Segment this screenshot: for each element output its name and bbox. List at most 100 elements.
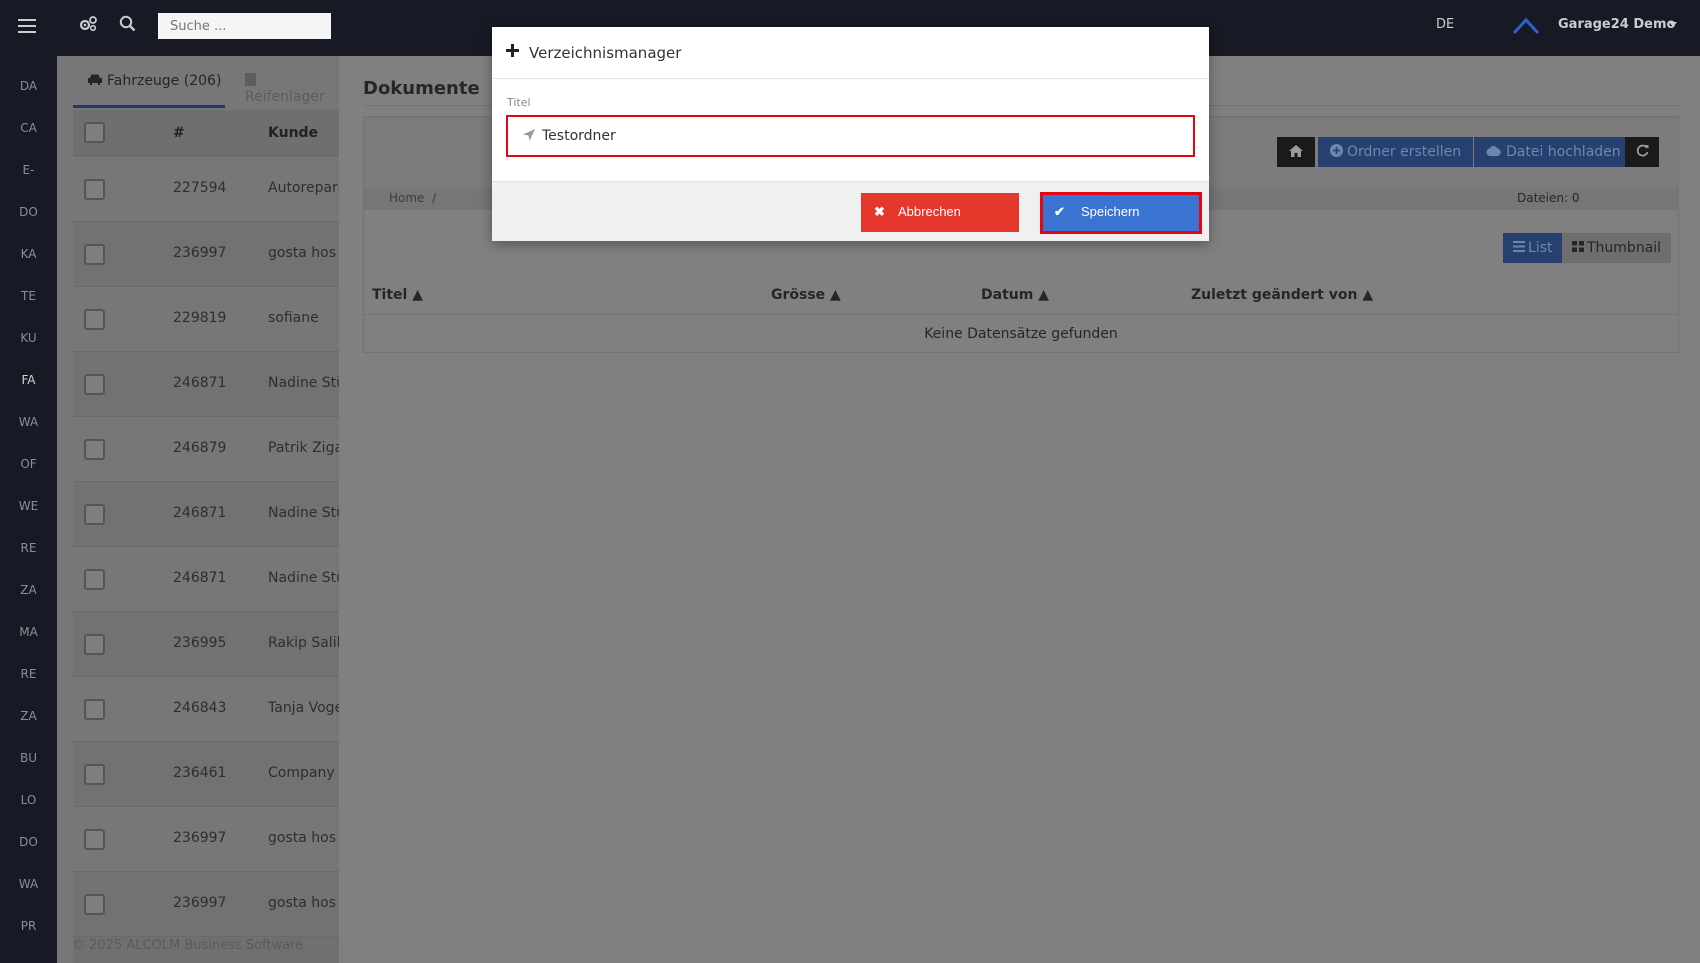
dialog-title: Verzeichnismanager [529,44,682,62]
empty-state-message: Keine Datensätze gefunden [924,326,1118,342]
row-checkbox[interactable] [84,569,105,590]
title-input[interactable] [542,117,1182,155]
row-kunde: gosta hos [268,245,336,261]
cancel-button[interactable]: ✖ Abbrechen [861,193,1019,232]
table-row[interactable]: 229819 sofiane [73,287,339,352]
table-row[interactable]: 246879 Patrik Ziga [73,417,339,482]
row-number: 246871 [173,375,227,391]
sidebar-item[interactable]: DO [0,205,57,219]
row-checkbox[interactable] [84,244,105,265]
col-datum[interactable]: Datum ▲ [981,287,1049,303]
row-checkbox[interactable] [84,374,105,395]
row-number: 229819 [173,310,227,326]
row-number: 246879 [173,440,227,456]
refresh-button[interactable] [1625,137,1659,167]
search-icon[interactable] [119,15,136,37]
sidebar-item[interactable]: WE [0,499,57,513]
sidebar-item[interactable]: CA [0,121,57,135]
refresh-icon [1636,144,1648,157]
sidebar-item[interactable]: BU [0,751,57,765]
col-groesse[interactable]: Grösse ▲ [771,287,841,303]
row-checkbox[interactable] [84,634,105,655]
sidebar-item[interactable]: ZA [0,709,57,723]
plus-icon [506,43,519,61]
close-icon: ✖ [874,204,885,219]
create-folder-label: Ordner erstellen [1347,144,1462,160]
row-number: 236461 [173,765,227,781]
row-number: 227594 [173,180,227,196]
page-title: Dokumente [363,78,480,99]
breadcrumb-home[interactable]: Home [389,191,424,205]
sidebar-item[interactable]: PR [0,919,57,933]
user-menu[interactable]: Garage24 Demo [1558,17,1675,32]
select-all-checkbox[interactable] [84,122,105,143]
home-button[interactable] [1277,137,1315,167]
sidebar-item[interactable]: LO [0,793,57,807]
footer-copyright: © 2025 ALCOLM Business Software [72,938,304,953]
row-checkbox[interactable] [84,829,105,850]
header-divider [364,314,1678,315]
title-field-wrapper [506,115,1195,157]
col-titel[interactable]: Titel ▲ [372,287,423,303]
upload-file-button[interactable]: Datei hochladen [1474,137,1633,167]
sidebar-item[interactable]: DA [0,79,57,93]
table-row[interactable]: 246871 Nadine Stü [73,352,339,417]
sidebar-item[interactable]: OF [0,457,57,471]
language-selector[interactable]: DE [1436,17,1454,32]
row-checkbox[interactable] [84,764,105,785]
row-kunde: Tanja Voge [268,700,339,716]
view-thumbnail-label: Thumbnail [1587,240,1662,256]
col-number[interactable]: # [173,125,185,141]
sidebar-item[interactable]: WA [0,415,57,429]
sidebar-item[interactable]: MA [0,625,57,639]
row-kunde: Company [268,765,335,781]
table-row[interactable]: 246871 Nadine Stü [73,482,339,547]
home-icon [1289,145,1303,157]
menu-icon[interactable] [18,19,36,33]
row-checkbox[interactable] [84,309,105,330]
sidebar-item[interactable]: E- [0,163,57,177]
search-input[interactable] [158,13,331,39]
table-row[interactable]: 246843 Tanja Voge [73,677,339,742]
sidebar-item[interactable]: FA [0,373,57,387]
sidebar-item[interactable]: ZA [0,583,57,597]
vehicle-list-panel: Fahrzeuge (206) Reifenlager # Kunde 2275… [57,56,339,963]
caret-down-icon[interactable] [1669,22,1677,27]
sidebar-item[interactable]: RE [0,667,57,681]
sidebar-item[interactable]: TE [0,289,57,303]
table-row[interactable]: 246871 Nadine Stü [73,547,339,612]
sidebar-item[interactable]: KU [0,331,57,345]
table-row[interactable]: 236997 gosta hos [73,807,339,872]
row-checkbox[interactable] [84,894,105,915]
save-button[interactable]: ✔ Speichern [1040,192,1202,234]
col-modified-by[interactable]: Zuletzt geändert von ▲ [1191,287,1373,303]
sidebar-item[interactable]: WA [0,877,57,891]
sidebar-item[interactable]: KA [0,247,57,261]
settings-cogs-icon[interactable] [78,15,98,38]
row-checkbox[interactable] [84,699,105,720]
create-folder-button[interactable]: Ordner erstellen [1318,137,1474,167]
table-row[interactable]: 236997 gosta hos [73,222,339,287]
brand-logo-icon [1512,17,1540,35]
view-list-button[interactable]: List [1503,233,1563,263]
view-thumbnail-button[interactable]: Thumbnail [1562,233,1672,263]
table-row[interactable]: 236997 gosta hos [73,872,339,937]
table-row[interactable]: 227594 Autorepara [73,157,339,222]
col-kunde[interactable]: Kunde [268,125,318,141]
check-icon: ✔ [1054,204,1065,219]
tab-vehicles[interactable]: Fahrzeuge (206) [87,73,221,89]
row-checkbox[interactable] [84,179,105,200]
row-checkbox[interactable] [84,504,105,525]
sidebar-item[interactable]: RE [0,541,57,555]
tab-tire-storage[interactable]: Reifenlager [245,73,339,105]
row-kunde: sofiane [268,310,319,326]
location-arrow-icon [523,129,535,141]
tab-tires-label: Reifenlager [245,89,325,105]
row-checkbox[interactable] [84,439,105,460]
sidebar-item[interactable]: DO [0,835,57,849]
table-row[interactable]: 236995 Rakip Salih [73,612,339,677]
building-icon [245,73,256,86]
view-list-label: List [1528,240,1553,256]
files-count: Dateien: 0 [1517,191,1580,205]
table-row[interactable]: 236461 Company [73,742,339,807]
